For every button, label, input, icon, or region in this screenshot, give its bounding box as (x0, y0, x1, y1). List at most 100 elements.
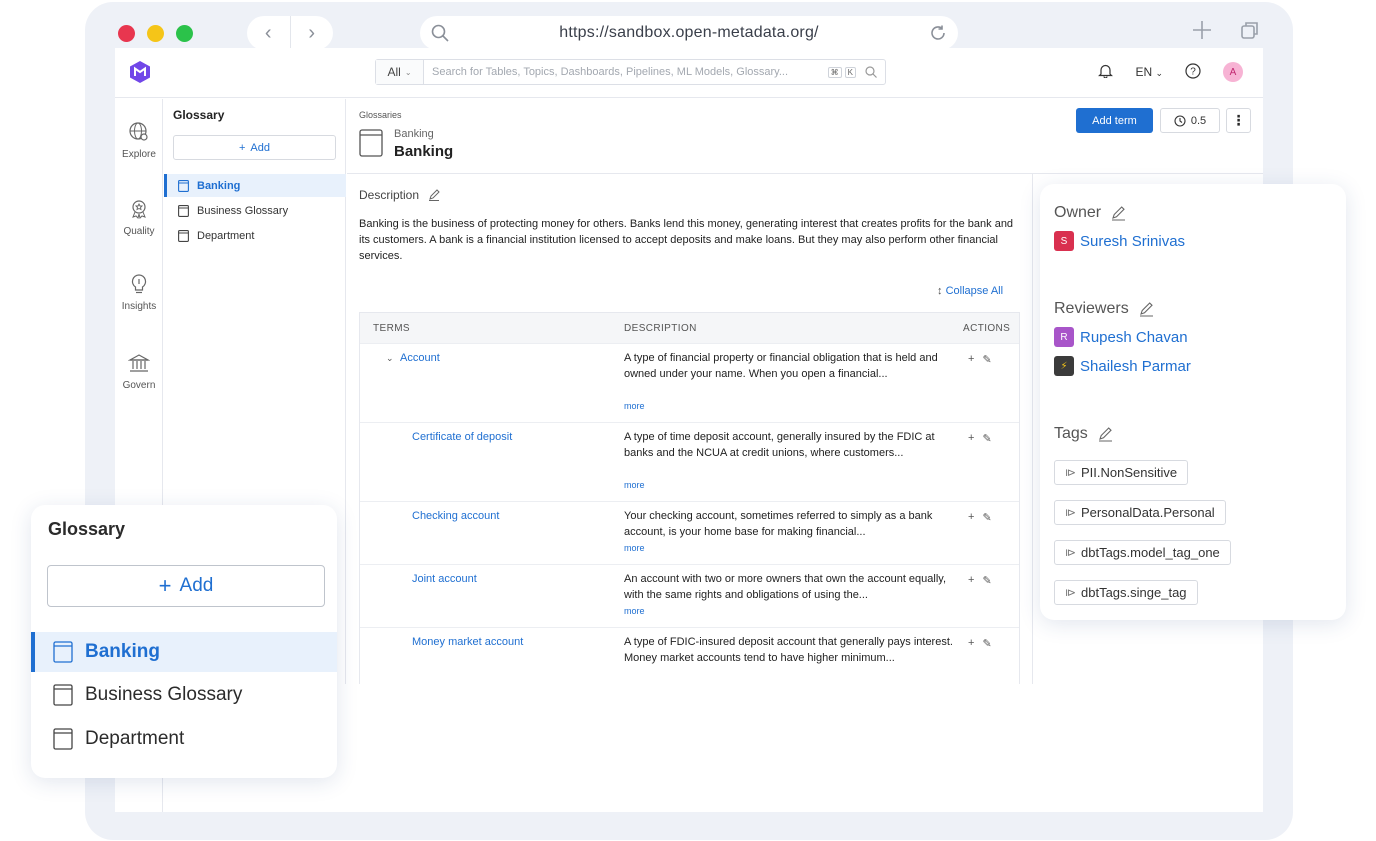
shortcut-key: ⌘ (827, 66, 842, 78)
tag-chip[interactable]: ⧐ PII.NonSensitive (1054, 460, 1189, 485)
history-icon (1174, 114, 1186, 127)
edit-pencil-icon[interactable] (428, 189, 440, 201)
description-label: Description (359, 188, 420, 202)
header-divider (347, 173, 1263, 174)
add-glossary-button[interactable]: + Add (173, 135, 336, 160)
reload-icon[interactable] (918, 24, 958, 42)
term-link[interactable]: Certificate of deposit (412, 431, 512, 443)
maximize-window-dot[interactable] (176, 25, 193, 42)
insights-icon (131, 274, 147, 294)
add-child-term-icon[interactable]: + (968, 574, 974, 587)
glossary-item-banking[interactable]: Banking (164, 174, 346, 197)
chevron-down-icon: ⌄ (404, 67, 412, 77)
reviewer-user[interactable]: ⚡ Shailesh Parmar (1054, 356, 1191, 376)
glossary-book-icon (178, 229, 189, 242)
edit-pencil-icon[interactable]: ✎ (982, 432, 991, 445)
chevron-down-icon[interactable]: ⌄ (386, 353, 394, 364)
add-child-term-icon[interactable]: + (968, 353, 974, 366)
search-input[interactable]: Search for Tables, Topics, Dashboards, P… (424, 66, 828, 78)
nav-label: Quality (123, 226, 155, 237)
edit-pencil-icon[interactable]: ✎ (982, 574, 991, 587)
govern-icon (128, 354, 150, 372)
openmetadata-logo-icon[interactable] (129, 60, 151, 84)
top-bar: All ⌄ Search for Tables, Topics, Dashboar… (115, 48, 1263, 98)
add-child-term-icon[interactable]: + (968, 637, 974, 650)
tag-chip[interactable]: ⧐ dbtTags.singe_tag (1054, 580, 1198, 605)
glossary-book-icon (359, 129, 383, 157)
nav-govern[interactable]: Govern (115, 352, 163, 391)
column-header-terms: TERMS (373, 322, 410, 334)
owner-user[interactable]: S Suresh Srinivas (1054, 231, 1185, 251)
avatar: R (1054, 327, 1074, 347)
terms-table: TERMS DESCRIPTION ACTIONS ⌄ Account A ty… (359, 312, 1020, 684)
back-icon[interactable]: ‹ (247, 16, 291, 50)
add-glossary-button[interactable]: + Add (47, 565, 325, 607)
more-link[interactable]: more (624, 543, 645, 553)
language-select[interactable]: EN ⌄ (1135, 65, 1163, 79)
chevron-down-icon: ⌄ (1155, 68, 1163, 78)
reviewer-name[interactable]: Shailesh Parmar (1080, 358, 1191, 375)
breadcrumb[interactable]: Glossaries (359, 110, 402, 120)
description-section: Description (359, 188, 440, 202)
reviewer-user[interactable]: R Rupesh Chavan (1054, 327, 1188, 347)
more-link[interactable]: more (624, 401, 645, 411)
tabs-overview-icon[interactable] (1240, 20, 1260, 45)
term-description: A type of FDIC-insured deposit account t… (624, 636, 953, 664)
glossary-item-banking[interactable]: Banking (31, 632, 337, 672)
edit-pencil-icon[interactable] (1098, 426, 1113, 442)
edit-pencil-icon[interactable]: ✎ (982, 353, 991, 366)
nav-label: Insights (121, 301, 157, 312)
table-row: Joint account An account with two or mor… (360, 564, 1019, 627)
forward-icon[interactable]: › (291, 16, 334, 50)
nav-insights[interactable]: Insights (115, 273, 163, 312)
search-scope-select[interactable]: All ⌄ (376, 60, 424, 84)
table-row: ⌄ Account A type of financial property o… (360, 343, 1019, 422)
edit-pencil-icon[interactable]: ✎ (982, 637, 991, 650)
glossary-item-department[interactable]: Department (31, 719, 337, 759)
version-button[interactable]: 0.5 (1160, 108, 1220, 133)
term-link[interactable]: Joint account (412, 573, 477, 585)
glossary-item-business-glossary[interactable]: Business Glossary (31, 675, 337, 715)
owner-name[interactable]: Suresh Srinivas (1080, 233, 1185, 250)
avatar: ⚡ (1054, 356, 1074, 376)
shortcut-key: K (844, 66, 856, 78)
term-link[interactable]: Money market account (412, 636, 523, 648)
owner-section-header: Owner (1054, 204, 1126, 222)
reviewer-name[interactable]: Rupesh Chavan (1080, 329, 1188, 346)
user-avatar[interactable]: A (1223, 62, 1243, 82)
edit-pencil-icon[interactable] (1139, 301, 1154, 317)
more-link[interactable]: more (624, 606, 645, 616)
minimize-window-dot[interactable] (147, 25, 164, 42)
help-icon[interactable]: ? (1185, 62, 1201, 82)
close-window-dot[interactable] (118, 25, 135, 42)
glossary-card-title: Glossary (48, 519, 126, 539)
url-text[interactable]: https://sandbox.open-metadata.org/ (460, 24, 918, 42)
tag-chip[interactable]: ⧐ PersonalData.Personal (1054, 500, 1226, 525)
search-icon[interactable] (865, 66, 877, 78)
edit-pencil-icon[interactable]: ✎ (982, 511, 991, 524)
nav-label: Govern (122, 380, 156, 391)
add-child-term-icon[interactable]: + (968, 432, 974, 445)
edit-pencil-icon[interactable] (1111, 205, 1126, 221)
term-link[interactable]: Checking account (412, 510, 499, 522)
tag-icon: ⧐ (1065, 587, 1076, 599)
term-link[interactable]: Account (400, 352, 440, 364)
explore-icon (129, 122, 148, 141)
add-child-term-icon[interactable]: + (968, 511, 974, 524)
address-bar[interactable]: https://sandbox.open-metadata.org/ (420, 16, 958, 50)
more-link[interactable]: more (624, 480, 645, 490)
nav-explore[interactable]: Explore (115, 121, 163, 160)
collapse-icon: ↕ (937, 285, 943, 297)
tag-icon: ⧐ (1065, 547, 1076, 559)
new-tab-icon[interactable] (1192, 20, 1212, 45)
tag-chip[interactable]: ⧐ dbtTags.model_tag_one (1054, 540, 1231, 565)
collapse-all-button[interactable]: ↕ Collapse All (937, 285, 1003, 297)
add-term-button[interactable]: Add term (1076, 108, 1153, 133)
table-row: Checking account Your checking account, … (360, 501, 1019, 564)
more-options-icon[interactable]: ⋮ (1226, 108, 1251, 133)
glossary-item-business-glossary[interactable]: Business Glossary (164, 199, 346, 222)
glossary-book-icon (53, 728, 73, 750)
nav-quality[interactable]: Quality (115, 198, 163, 237)
bell-icon[interactable] (1098, 63, 1114, 81)
glossary-item-department[interactable]: Department (164, 224, 346, 247)
